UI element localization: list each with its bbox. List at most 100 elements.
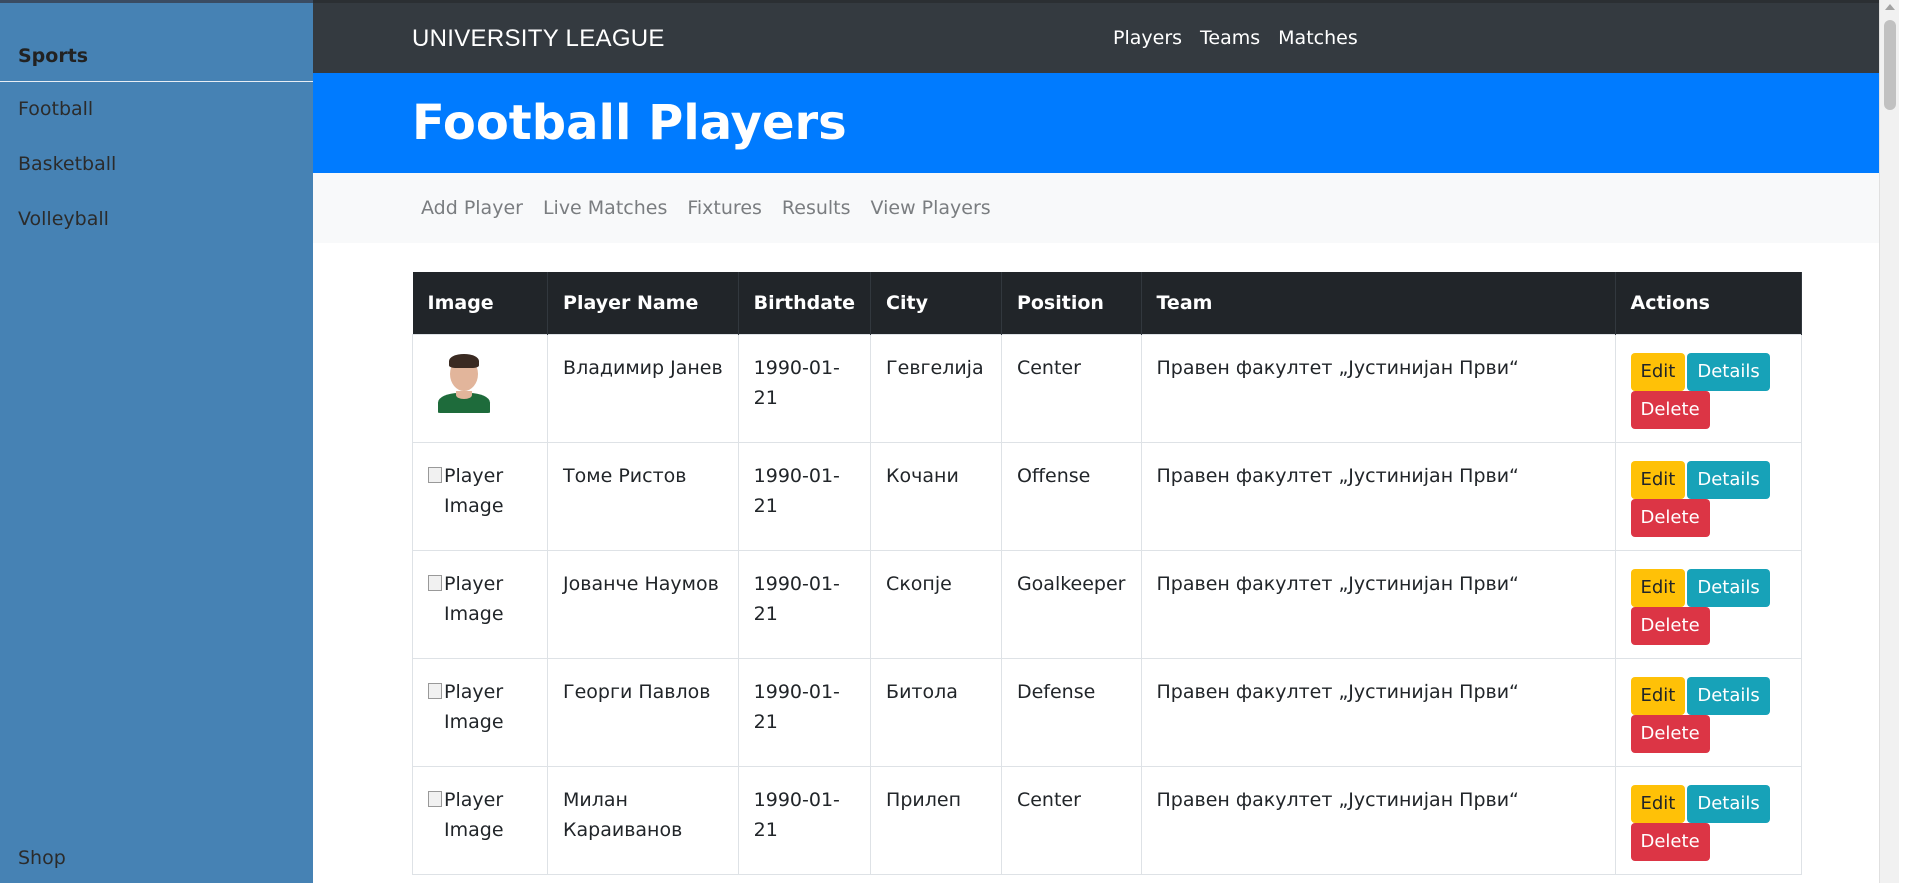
cell-actions: Edit Details Delete bbox=[1614, 549, 1802, 659]
sub-navbar: Add Player Live Matches Fixtures Results… bbox=[313, 173, 1899, 243]
details-button[interactable]: Details bbox=[1687, 676, 1770, 715]
subnav-view-players[interactable]: View Players bbox=[871, 197, 991, 219]
broken-image-icon: Player Image bbox=[428, 785, 532, 845]
page-header: Football Players bbox=[313, 73, 1899, 173]
header-player-name: Player Name bbox=[547, 272, 739, 334]
cell-position: Offense bbox=[1000, 441, 1142, 551]
sidebar: Sports Football Basketball Volleyball Sh… bbox=[0, 0, 313, 883]
cell-city: Прилеп bbox=[870, 765, 1002, 875]
cell-team: Правен факултет „Јустинијан Први“ bbox=[1140, 333, 1616, 443]
cell-team: Правен факултет „Јустинијан Први“ bbox=[1140, 657, 1616, 767]
cell-city: Скопје bbox=[870, 549, 1002, 659]
cell-player-name: Георги Павлов bbox=[547, 657, 739, 767]
cell-team: Правен факултет „Јустинијан Први“ bbox=[1140, 441, 1616, 551]
players-table-container: Image Player Name Birthdate City Positio… bbox=[411, 272, 1802, 875]
edit-button[interactable]: Edit bbox=[1630, 568, 1686, 607]
cell-player-name: Томе Ристов bbox=[547, 441, 739, 551]
broken-image-icon: Player Image bbox=[428, 461, 532, 521]
birthdate-part: 1990-01- bbox=[753, 680, 840, 703]
header-actions: Actions bbox=[1615, 272, 1802, 334]
image-alt-text: Player Image bbox=[444, 464, 504, 517]
header-city: City bbox=[870, 272, 1002, 334]
subnav-live-matches[interactable]: Live Matches bbox=[543, 197, 667, 219]
delete-button[interactable]: Delete bbox=[1630, 390, 1710, 429]
edit-button[interactable]: Edit bbox=[1630, 784, 1686, 823]
scrollbar-thumb[interactable] bbox=[1884, 20, 1896, 110]
sidebar-brand: Sports bbox=[0, 3, 313, 82]
birthdate-part: 1990-01- bbox=[753, 464, 840, 487]
image-alt-text: Player Image bbox=[444, 788, 504, 841]
details-button[interactable]: Details bbox=[1687, 568, 1770, 607]
top-nav-links: Players Teams Matches bbox=[1113, 27, 1358, 49]
header-birthdate: Birthdate bbox=[738, 272, 872, 334]
table-row: Player Image Томе Ристов 1990-01- 21 Коча… bbox=[411, 441, 1802, 551]
cell-image: Player Image bbox=[411, 441, 549, 551]
cell-position: Goalkeeper bbox=[1000, 549, 1142, 659]
cell-player-name: Владимир Јанев bbox=[547, 333, 739, 443]
cell-city: Битола bbox=[870, 657, 1002, 767]
details-button[interactable]: Details bbox=[1687, 784, 1770, 823]
broken-image-icon: Player Image bbox=[428, 569, 532, 629]
delete-button[interactable]: Delete bbox=[1630, 714, 1710, 753]
cell-actions: Edit Details Delete bbox=[1614, 657, 1802, 767]
nav-link-teams[interactable]: Teams bbox=[1200, 27, 1260, 49]
cell-birthdate: 1990-01- 21 bbox=[737, 657, 872, 767]
cell-image bbox=[411, 333, 549, 443]
cell-actions: Edit Details Delete bbox=[1614, 765, 1802, 875]
header-image: Image bbox=[412, 272, 549, 334]
sidebar-item-volleyball[interactable]: Volleyball bbox=[0, 192, 313, 247]
birthdate-part: 1990-01- bbox=[753, 572, 840, 595]
cell-image: Player Image bbox=[411, 657, 549, 767]
birthdate-part: 1990-01- bbox=[753, 356, 840, 379]
birthdate-part: 21 bbox=[753, 386, 778, 409]
site-title[interactable]: UNIVERSITY LEAGUE bbox=[412, 25, 665, 53]
table-header-row: Image Player Name Birthdate City Positio… bbox=[412, 272, 1802, 334]
delete-button[interactable]: Delete bbox=[1630, 498, 1710, 537]
sidebar-item-basketball[interactable]: Basketball bbox=[0, 137, 313, 192]
cell-birthdate: 1990-01- 21 bbox=[737, 441, 872, 551]
birthdate-part: 21 bbox=[753, 710, 778, 733]
cell-image: Player Image bbox=[411, 765, 549, 875]
header-position: Position bbox=[1001, 272, 1142, 334]
subnav-fixtures[interactable]: Fixtures bbox=[687, 197, 762, 219]
player-photo bbox=[436, 350, 492, 413]
cell-position: Center bbox=[1000, 333, 1142, 443]
page-scrollbar[interactable] bbox=[1879, 0, 1899, 883]
cell-image: Player Image bbox=[411, 549, 549, 659]
sidebar-item-football[interactable]: Football bbox=[0, 82, 313, 137]
cell-player-name: Јованче Наумов bbox=[547, 549, 739, 659]
header-team: Team bbox=[1141, 272, 1616, 334]
scroll-up-arrow-icon[interactable] bbox=[1885, 4, 1895, 10]
delete-button[interactable]: Delete bbox=[1630, 822, 1710, 861]
details-button[interactable]: Details bbox=[1687, 460, 1770, 499]
birthdate-part: 21 bbox=[753, 602, 778, 625]
cell-actions: Edit Details Delete bbox=[1614, 333, 1802, 443]
delete-button[interactable]: Delete bbox=[1630, 606, 1710, 645]
cell-actions: Edit Details Delete bbox=[1614, 441, 1802, 551]
main-content: UNIVERSITY LEAGUE Players Teams Matches … bbox=[313, 0, 1899, 883]
subnav-results[interactable]: Results bbox=[782, 197, 851, 219]
image-alt-text: Player Image bbox=[444, 572, 504, 625]
details-button[interactable]: Details bbox=[1687, 352, 1770, 391]
edit-button[interactable]: Edit bbox=[1630, 352, 1686, 391]
table-row: Player Image Јованче Наумов 1990-01- 21 С… bbox=[411, 549, 1802, 659]
cell-team: Правен факултет „Јустинијан Први“ bbox=[1140, 765, 1616, 875]
table-row: Player Image Милан Караиванов 1990-01- 21… bbox=[411, 765, 1802, 875]
cell-position: Center bbox=[1000, 765, 1142, 875]
broken-image-icon: Player Image bbox=[428, 677, 532, 737]
table-row: Владимир Јанев 1990-01- 21 Гевгелија Cent… bbox=[411, 333, 1802, 443]
cell-position: Defense bbox=[1000, 657, 1142, 767]
subnav-add-player[interactable]: Add Player bbox=[421, 197, 523, 219]
nav-link-players[interactable]: Players bbox=[1113, 27, 1182, 49]
edit-button[interactable]: Edit bbox=[1630, 460, 1686, 499]
cell-player-name: Милан Караиванов bbox=[547, 765, 739, 875]
sidebar-item-shop[interactable]: Shop bbox=[18, 847, 66, 869]
nav-link-matches[interactable]: Matches bbox=[1278, 27, 1358, 49]
cell-birthdate: 1990-01- 21 bbox=[737, 549, 872, 659]
cell-team: Правен факултет „Јустинијан Први“ bbox=[1140, 549, 1616, 659]
cell-city: Кочани bbox=[870, 441, 1002, 551]
image-alt-text: Player Image bbox=[444, 680, 504, 733]
edit-button[interactable]: Edit bbox=[1630, 676, 1686, 715]
cell-city: Гевгелија bbox=[870, 333, 1002, 443]
birthdate-part: 1990-01- bbox=[753, 788, 840, 811]
